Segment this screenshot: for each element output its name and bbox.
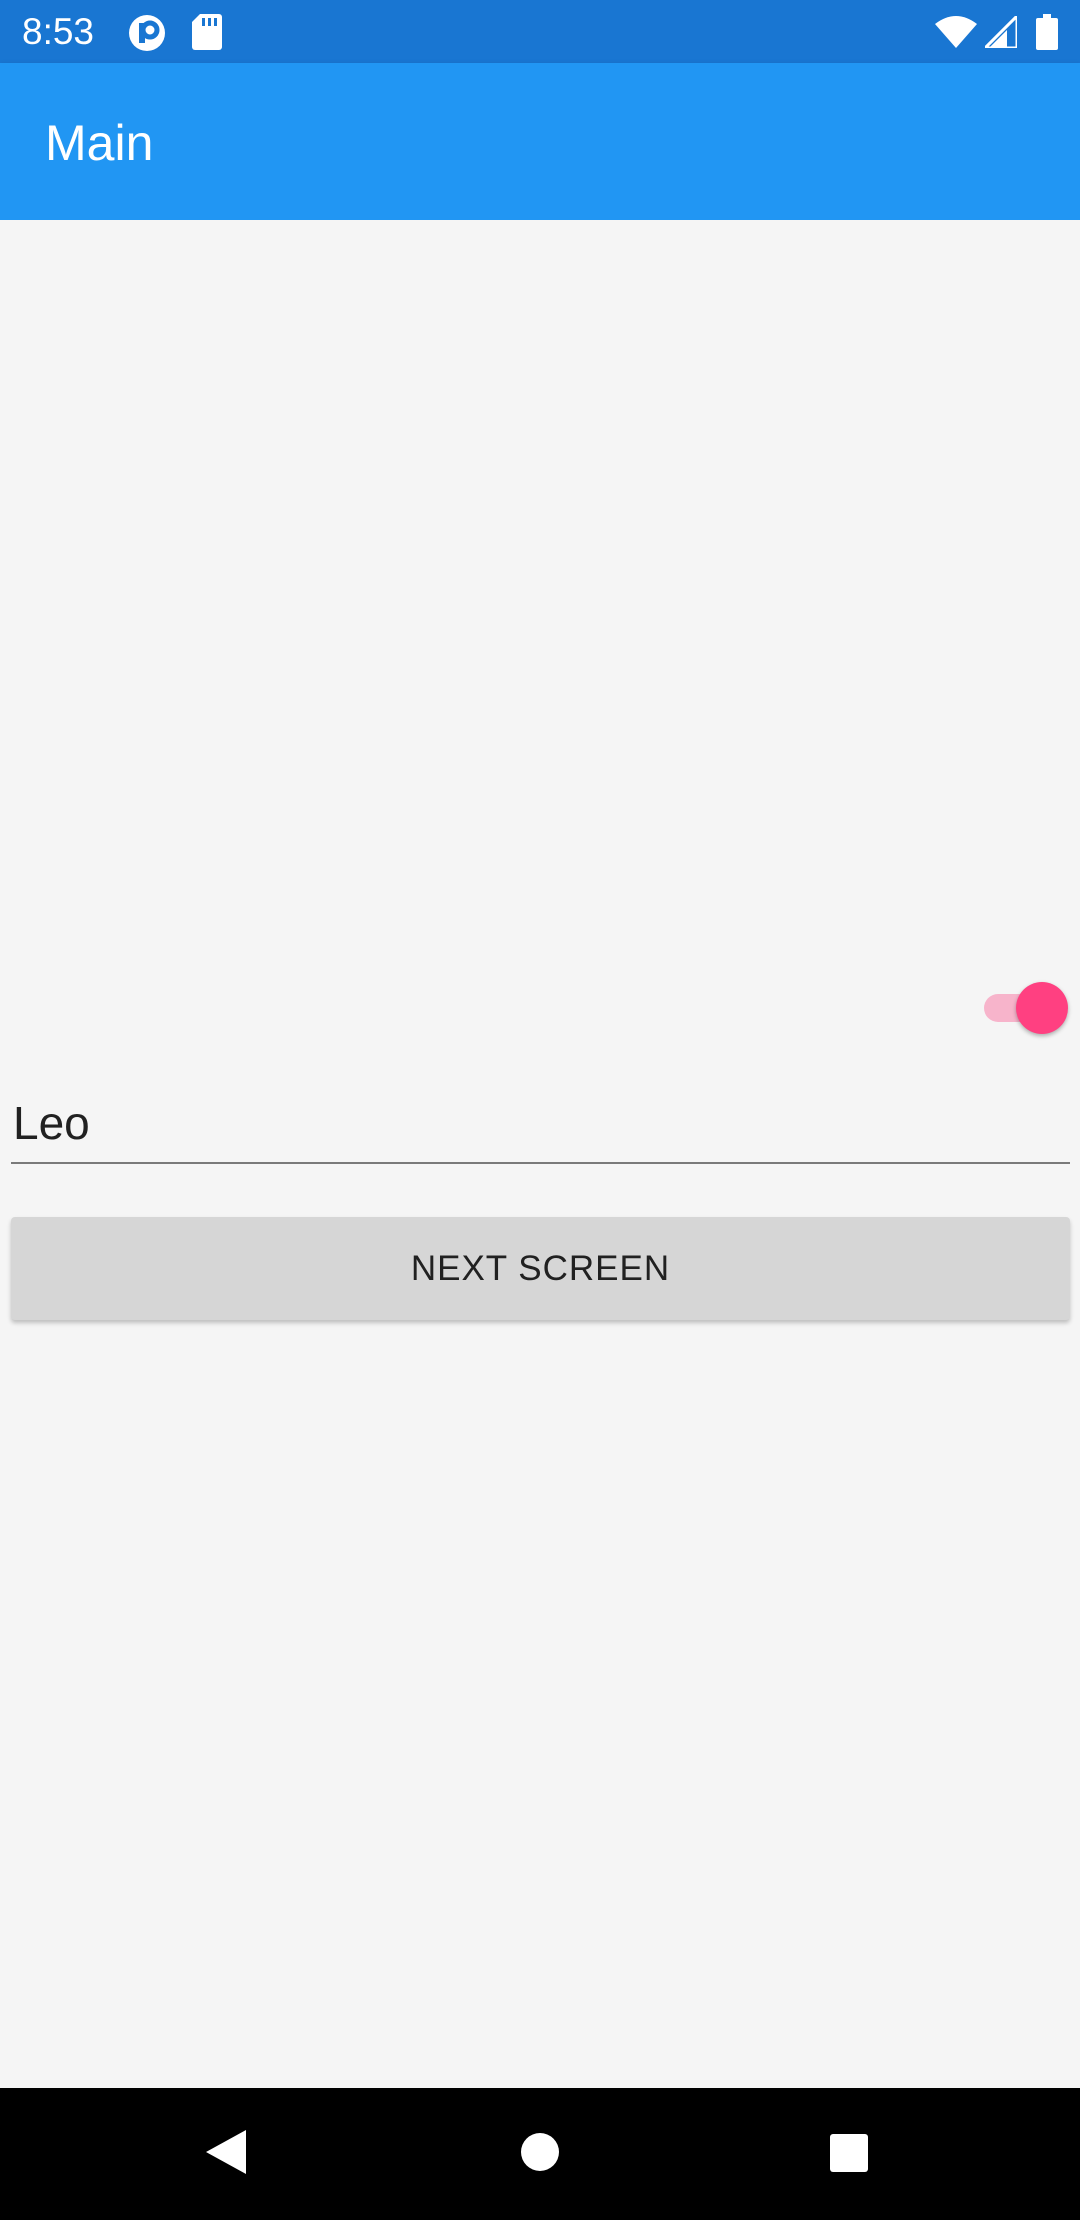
toggle-switch[interactable] [984, 980, 1070, 1036]
status-bar: 8:53 [0, 0, 1080, 63]
cell-signal-icon [985, 16, 1017, 48]
home-icon[interactable] [520, 2132, 560, 2172]
notification-app-icon [129, 15, 165, 51]
switch-thumb [1016, 982, 1068, 1034]
next-screen-button[interactable]: NEXT SCREEN [11, 1217, 1070, 1320]
name-input[interactable] [11, 1092, 1070, 1164]
app-bar: Main [0, 63, 1080, 220]
recents-icon[interactable] [829, 2133, 869, 2173]
sd-card-icon [192, 14, 222, 50]
page-title: Main [45, 115, 154, 171]
back-icon[interactable] [204, 2128, 248, 2176]
navigation-bar [0, 2088, 1080, 2220]
wifi-icon [935, 16, 977, 48]
battery-icon [1036, 14, 1058, 50]
status-time: 8:53 [22, 11, 95, 52]
